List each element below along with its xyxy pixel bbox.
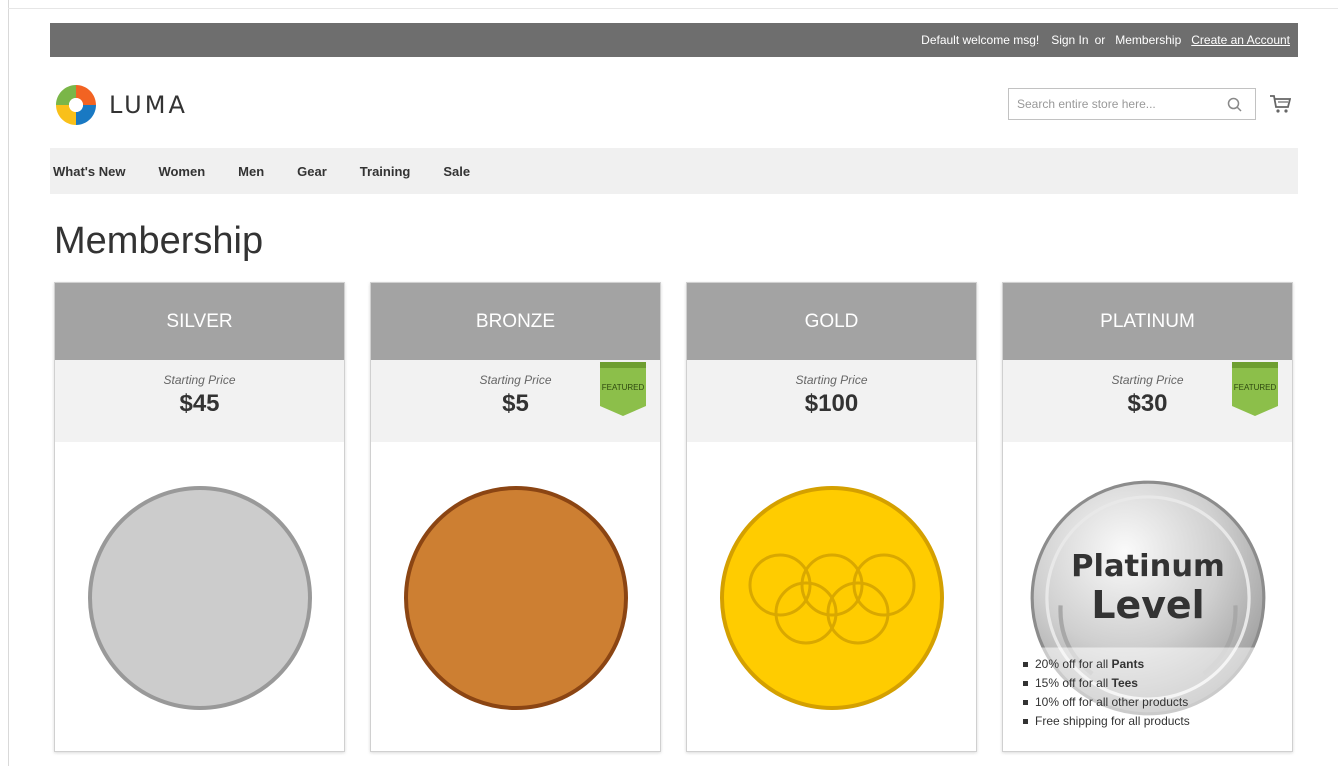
silver-medal-icon [88, 486, 312, 710]
cart-icon[interactable] [1269, 94, 1291, 114]
membership-link[interactable]: Membership [1115, 33, 1181, 47]
page-title: Membership [54, 220, 264, 262]
nav-item-women[interactable]: Women [158, 164, 205, 179]
ribbon-text: FEATURED [1234, 383, 1277, 392]
list-item: 15% off for all Tees [1021, 674, 1190, 693]
card-title: BRONZE [371, 283, 660, 360]
gold-medal-icon [720, 486, 944, 710]
logo-text: LUMA [109, 91, 188, 119]
bronze-medal-icon [404, 486, 628, 710]
membership-card-bronze[interactable]: BRONZE Starting Price $5 FEATURED [370, 282, 661, 752]
main-nav: What's New Women Men Gear Training Sale [50, 148, 1298, 194]
price-box: Starting Price $100 [687, 360, 976, 442]
list-item: Free shipping for all products [1021, 712, 1190, 731]
sign-in-link[interactable]: Sign In [1051, 33, 1088, 47]
membership-card-silver[interactable]: SILVER Starting Price $45 [54, 282, 345, 752]
nav-item-sale[interactable]: Sale [443, 164, 470, 179]
benefits-list: 20% off for all Pants 15% off for all Te… [1021, 655, 1190, 731]
medal-text-line2: Level [1091, 583, 1204, 627]
price-label: Starting Price [795, 373, 868, 387]
header: LUMA Search entire store here... [50, 76, 1298, 130]
search-icon[interactable] [1226, 96, 1244, 114]
nav-item-training[interactable]: Training [360, 164, 411, 179]
price-value: $100 [804, 390, 859, 417]
price-box: Starting Price $5 FEATURED [371, 360, 660, 442]
card-title: SILVER [55, 283, 344, 360]
nav-item-men[interactable]: Men [238, 164, 264, 179]
card-title: PLATINUM [1003, 283, 1292, 360]
card-title: GOLD [687, 283, 976, 360]
membership-card-gold[interactable]: GOLD Starting Price $100 [686, 282, 977, 752]
welcome-message: Default welcome msg! [921, 33, 1040, 47]
ribbon-text: FEATURED [602, 383, 645, 392]
medal-text-line1: Platinum [1071, 549, 1225, 584]
create-account-link[interactable]: Create an Account [1191, 33, 1290, 47]
price-box: Starting Price $45 [55, 360, 344, 442]
nav-item-whats-new[interactable]: What's New [53, 164, 125, 179]
logo[interactable]: LUMA [53, 82, 188, 128]
page-frame-left [8, 0, 9, 766]
membership-card-platinum[interactable]: PLATINUM Starting Price $30 FEATURED Pla… [1002, 282, 1293, 752]
price-value: $45 [179, 390, 220, 417]
page-frame-top [8, 8, 1338, 9]
list-item: 20% off for all Pants [1021, 655, 1190, 674]
featured-ribbon-icon: FEATURED [600, 362, 646, 416]
price-box: Starting Price $30 FEATURED [1003, 360, 1292, 442]
nav-item-gear[interactable]: Gear [297, 164, 327, 179]
featured-ribbon-icon: FEATURED [1232, 362, 1278, 416]
search-input[interactable]: Search entire store here... [1008, 88, 1256, 120]
or-text: or [1094, 33, 1106, 47]
price-label: Starting Price [163, 373, 236, 387]
list-item: 10% off for all other products [1021, 693, 1190, 712]
top-links-bar: Default welcome msg! Sign In or Membersh… [50, 23, 1298, 57]
luma-logo-icon [56, 85, 96, 125]
